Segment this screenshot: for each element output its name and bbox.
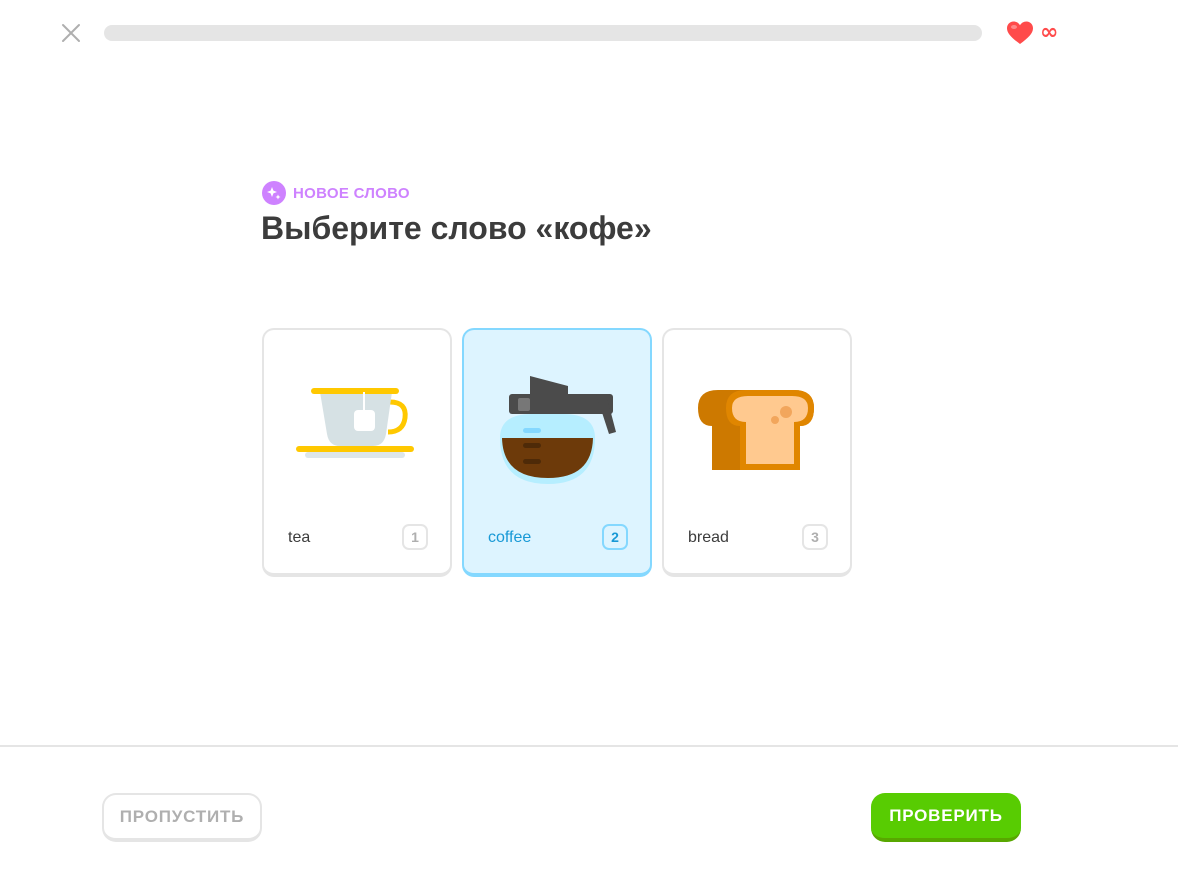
- check-button[interactable]: ПРОВЕРИТЬ: [871, 793, 1021, 842]
- choice-card-coffee[interactable]: coffee 2: [462, 328, 652, 577]
- hearts-value: ∞: [1040, 20, 1059, 45]
- bread-icon: [698, 390, 814, 470]
- choice-label: bread: [688, 529, 729, 546]
- choice-card-tea[interactable]: tea 1: [262, 328, 452, 577]
- close-button[interactable]: [59, 21, 83, 45]
- coffee-pot-icon: [500, 376, 616, 484]
- choice-key-hint: 2: [602, 524, 628, 550]
- close-icon: [62, 24, 80, 42]
- tea-cup-icon: [296, 388, 414, 458]
- choice-label: tea: [288, 529, 311, 546]
- choice-label: coffee: [488, 529, 532, 546]
- footer-divider: [0, 745, 1178, 747]
- skip-button[interactable]: ПРОПУСТИТЬ: [102, 793, 262, 842]
- new-word-badge: НОВОЕ СЛОВО: [262, 181, 410, 205]
- hearts-counter[interactable]: ∞: [1006, 20, 1058, 46]
- choice-card-bread[interactable]: bread 3: [662, 328, 852, 577]
- heart-icon: [1007, 21, 1033, 44]
- choice-key-hint: 1: [402, 524, 428, 550]
- choice-key-hint: 3: [802, 524, 828, 550]
- lesson-progress-bar: [104, 25, 982, 41]
- choice-list: tea 1 coffee 2 bread 3: [262, 328, 852, 577]
- challenge-title: Выберите слово «кофе»: [261, 210, 652, 246]
- new-word-icon: [262, 181, 286, 205]
- new-word-label: НОВОЕ СЛОВО: [293, 184, 410, 202]
